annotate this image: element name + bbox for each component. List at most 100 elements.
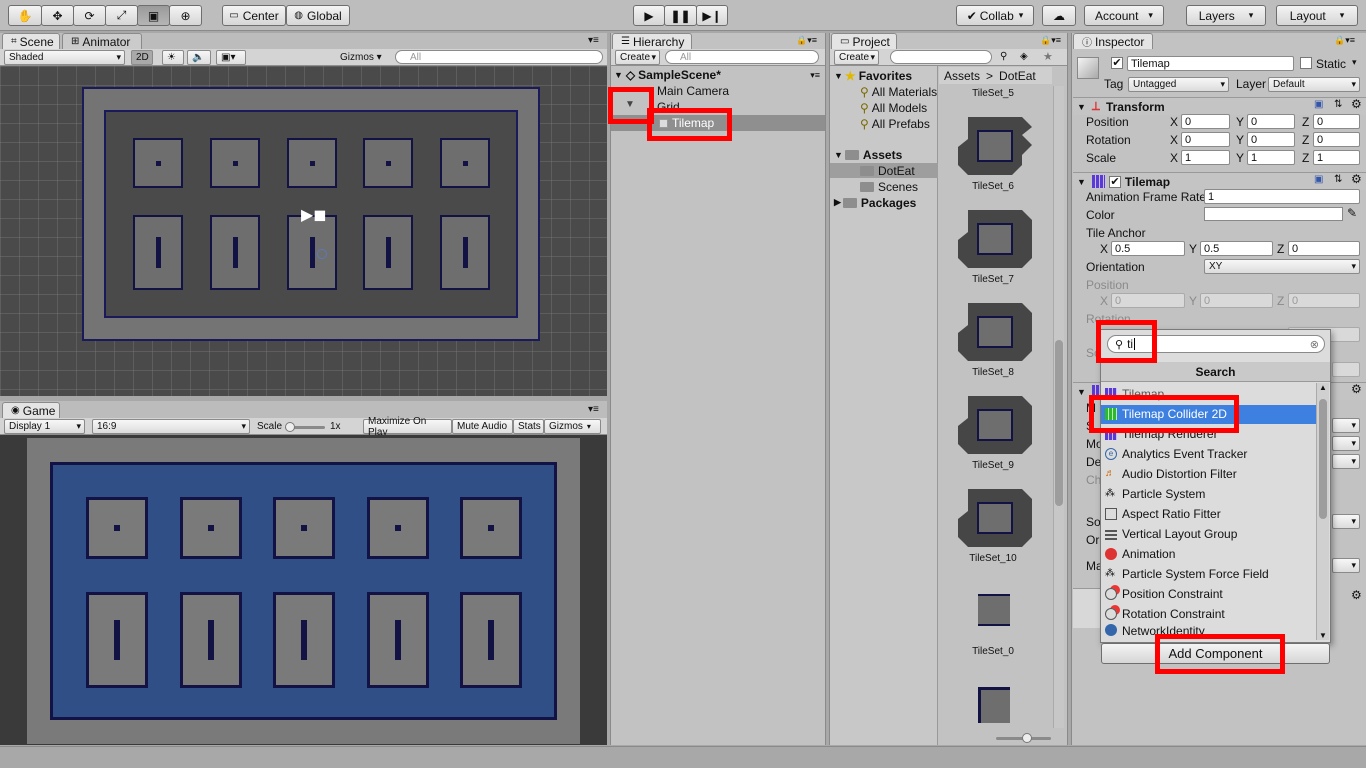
component-settings-icon[interactable]: ⇅ — [1334, 99, 1342, 110]
2d-mode-toggle[interactable]: 2D — [131, 50, 153, 65]
component-list-scrollbar[interactable]: ▲ ▼ — [1316, 383, 1329, 640]
rotation-x-field[interactable]: 0 — [1181, 132, 1230, 147]
scene-canvas[interactable]: ▶◼ — [0, 66, 607, 396]
scroll-down-icon[interactable]: ▼ — [1319, 631, 1327, 640]
game-gizmos-dropdown[interactable]: Gizmos ▾ — [544, 419, 601, 434]
camera-gizmo-icon[interactable]: ▶◼ — [301, 205, 327, 225]
component-item-aspect-ratio-fitter[interactable]: Aspect Ratio Fitter — [1102, 504, 1315, 524]
layers-dropdown[interactable]: Layers ▾ — [1186, 5, 1266, 26]
orientation-dropdown[interactable]: XY — [1204, 259, 1360, 274]
scale-z-field[interactable]: 1 — [1313, 150, 1360, 165]
component-item-animation[interactable]: Animation — [1102, 544, 1315, 564]
animation-frame-rate-field[interactable]: 1 — [1204, 189, 1360, 204]
play-button[interactable]: ▶ — [633, 5, 665, 26]
add-component-button[interactable]: Add Component — [1101, 643, 1330, 664]
anchor-y-field[interactable]: 0.5 — [1200, 241, 1273, 256]
component-item-particle-system-force-field[interactable]: ⁂ Particle System Force Field — [1102, 564, 1315, 584]
tag-dropdown[interactable]: Untagged — [1128, 77, 1229, 92]
object-name-field[interactable]: Tilemap — [1127, 56, 1294, 71]
active-checkbox[interactable]: ✔ — [1111, 57, 1123, 69]
hierarchy-item-tilemap[interactable]: Tilemap — [659, 115, 714, 131]
asset-tileset-8[interactable] — [958, 303, 1032, 361]
hierarchy-search-input[interactable]: All — [665, 50, 819, 64]
component-item-tilemap[interactable]: Tilemap — [1102, 384, 1315, 404]
hierarchy-item-tilemap-selected[interactable] — [611, 115, 825, 131]
color-swatch[interactable] — [1204, 207, 1343, 221]
rect-tool-button[interactable]: ▣ — [137, 5, 170, 26]
component-item-tilemap-collider-2d[interactable]: Tilemap Collider 2D — [1102, 404, 1315, 424]
lock-icon[interactable]: 🔒▾≡ — [796, 35, 817, 46]
hierarchy-create-dropdown[interactable]: Create — [615, 50, 660, 65]
space-global-button[interactable]: ◍ Global — [286, 5, 350, 26]
favorite-all-prefabs[interactable]: ⚲ All Prefabs — [860, 116, 930, 131]
eyedropper-icon[interactable]: ✎ — [1347, 206, 1357, 220]
filter-type-icon[interactable]: ⚲ — [1000, 51, 1007, 62]
clear-search-icon[interactable]: ⊗ — [1310, 338, 1319, 351]
position-x-field[interactable]: 0 — [1181, 114, 1230, 129]
component-help-icon[interactable]: ▣ — [1314, 174, 1323, 185]
tab-scene[interactable]: ⌗ Scene — [2, 33, 60, 49]
lighting-toggle[interactable]: ☀ — [162, 50, 184, 65]
hierarchy-item-main-camera[interactable]: Main Camera — [657, 83, 729, 99]
panel-menu-icon[interactable]: ▾≡ — [588, 404, 599, 415]
asset-tileset-10[interactable] — [958, 489, 1032, 547]
layer-dropdown[interactable]: Default — [1268, 77, 1360, 92]
asset-tileset-7[interactable] — [958, 210, 1032, 268]
hand-tool-button[interactable]: ✋ — [8, 5, 42, 26]
shading-mode-dropdown[interactable]: Shaded — [4, 50, 125, 65]
breadcrumb-doteat[interactable]: DotEat — [999, 69, 1036, 83]
component-item-particle-system[interactable]: ⁂ Particle System — [1102, 484, 1315, 504]
asset-tileset-partial[interactable] — [958, 685, 1032, 730]
row-menu-icon[interactable]: ▾≡ — [810, 70, 820, 81]
pause-button[interactable]: ❚❚ — [664, 5, 697, 26]
effects-dropdown[interactable]: ▣▾ — [216, 50, 246, 65]
lock-icon[interactable]: 🔒▾≡ — [1334, 35, 1355, 46]
partial-dropdown[interactable] — [1332, 558, 1360, 573]
pivot-center-button[interactable]: ▭ Center — [222, 5, 286, 26]
assets-folder-row[interactable]: ▼ Assets — [834, 147, 902, 162]
folder-doteat[interactable]: DotEat — [860, 163, 915, 178]
component-item-network-identity[interactable]: NetworkIdentity — [1102, 624, 1315, 636]
stats-toggle[interactable]: Stats — [513, 419, 544, 434]
component-item-analytics-event-tracker[interactable]: e Analytics Event Tracker — [1102, 444, 1315, 464]
partial-dropdown[interactable] — [1332, 436, 1360, 451]
project-search-input[interactable] — [890, 50, 992, 64]
project-create-dropdown[interactable]: Create — [834, 50, 879, 65]
tab-game[interactable]: ◉ Game — [2, 402, 60, 418]
favorite-star-icon[interactable]: ★ — [1043, 50, 1053, 63]
breadcrumb-assets[interactable]: Assets — [944, 69, 980, 83]
tab-project[interactable]: ▭ Project — [831, 33, 897, 49]
maximize-on-play-toggle[interactable]: Maximize On Play — [363, 416, 452, 438]
anchor-x-field[interactable]: 0.5 — [1111, 241, 1185, 256]
component-item-rotation-constraint[interactable]: Rotation Constraint — [1102, 604, 1315, 624]
component-item-position-constraint[interactable]: Position Constraint — [1102, 584, 1315, 604]
rotate-tool-button[interactable]: ⟳ — [73, 5, 106, 26]
enabled-checkbox[interactable]: ✔ — [1108, 175, 1121, 188]
display-dropdown[interactable]: Display 1 — [4, 419, 85, 434]
position-z-field[interactable]: 0 — [1313, 114, 1360, 129]
static-dropdown-arrow-icon[interactable]: ▾ — [1352, 57, 1357, 68]
scene-gizmos-dropdown[interactable]: Gizmos ▾ — [340, 52, 382, 63]
component-item-vertical-layout-group[interactable]: Vertical Layout Group — [1102, 524, 1315, 544]
account-dropdown[interactable]: Account ▾ — [1084, 5, 1164, 26]
tab-inspector[interactable]: ⓘ Inspector — [1073, 33, 1153, 49]
asset-tileset-6[interactable] — [958, 117, 1032, 175]
component-settings-icon[interactable]: ⇅ — [1334, 174, 1342, 185]
position-y-field[interactable]: 0 — [1247, 114, 1295, 129]
component-gear-icon[interactable]: ⚙ — [1351, 172, 1362, 186]
favorites-row[interactable]: ▼ ★ Favorites — [834, 68, 912, 83]
partial-gear-icon[interactable]: ⚙ — [1351, 588, 1362, 602]
thumbnail-size-slider[interactable] — [996, 733, 1051, 743]
asset-tileset-9[interactable] — [958, 396, 1032, 454]
mute-audio-toggle[interactable]: Mute Audio — [452, 419, 513, 434]
scale-x-field[interactable]: 1 — [1181, 150, 1230, 165]
component-item-audio-distortion-filter[interactable]: ♬ Audio Distortion Filter — [1102, 464, 1315, 484]
add-component-search-input[interactable]: ⚲ ti ⊗ — [1107, 335, 1325, 353]
layout-dropdown[interactable]: Layout ▾ — [1276, 5, 1358, 26]
component-gear-icon[interactable]: ⚙ — [1351, 97, 1362, 111]
favorite-all-materials[interactable]: ⚲ All Materials — [860, 84, 937, 99]
rotation-z-field[interactable]: 0 — [1313, 132, 1360, 147]
favorite-all-models[interactable]: ⚲ All Models — [860, 100, 927, 115]
component-gear-icon[interactable]: ⚙ — [1351, 382, 1362, 396]
scale-slider[interactable] — [285, 422, 325, 432]
